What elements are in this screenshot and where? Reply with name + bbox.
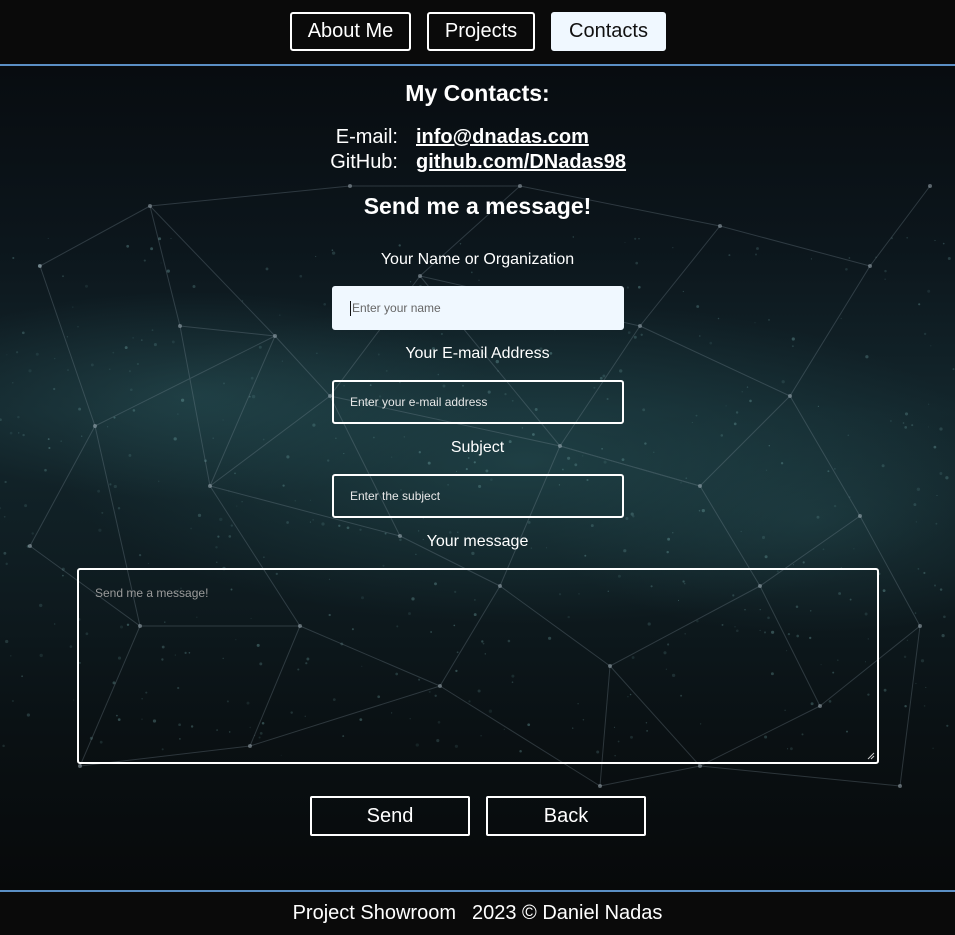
message-textarea-placeholder: Send me a message! <box>95 586 209 600</box>
email-field-label: Your E-mail Address <box>405 345 550 362</box>
email-input-placeholder: Enter your e-mail address <box>350 395 488 409</box>
subject-field-label: Subject <box>450 439 505 456</box>
name-input-placeholder: Enter your name <box>352 301 441 315</box>
github-label: GitHub: <box>330 151 398 173</box>
email-input[interactable]: Enter your e-mail address <box>332 380 624 424</box>
send-message-heading: Send me a message! <box>363 193 592 219</box>
footer-project-text: Project Showroom <box>292 902 456 924</box>
name-field-label: Your Name or Organization <box>380 251 575 268</box>
send-button[interactable]: Send <box>310 796 470 836</box>
nav-contacts-button[interactable]: Contacts <box>551 12 666 51</box>
footer: Project Showroom 2023 © Daniel Nadas <box>0 890 955 935</box>
top-navbar: About Me Projects Contacts <box>0 0 955 66</box>
text-caret <box>350 300 351 316</box>
subject-input[interactable]: Enter the subject <box>332 474 624 518</box>
message-textarea[interactable]: Send me a message! <box>77 568 879 764</box>
name-input[interactable]: Enter your name <box>332 286 624 330</box>
resize-handle-icon[interactable] <box>867 752 875 760</box>
my-contacts-heading: My Contacts: <box>405 80 550 106</box>
github-link[interactable]: github.com/DNadas98 <box>416 151 626 174</box>
nav-about-me-button[interactable]: About Me <box>290 12 411 51</box>
back-button[interactable]: Back <box>486 796 646 836</box>
contacts-page: My Contacts: E-mail: info@dnadas.com Git… <box>0 66 955 890</box>
subject-input-placeholder: Enter the subject <box>350 489 441 503</box>
nav-projects-button[interactable]: Projects <box>427 12 535 51</box>
email-link[interactable]: info@dnadas.com <box>416 126 589 149</box>
email-label: E-mail: <box>335 126 398 148</box>
footer-copyright-text: 2023 © Daniel Nadas <box>471 902 663 924</box>
message-field-label: Your message <box>426 533 529 550</box>
